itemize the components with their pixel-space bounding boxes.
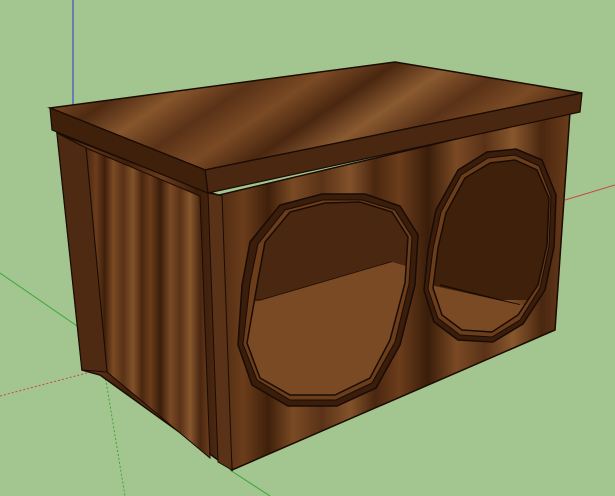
x-axis-line (564, 184, 615, 201)
scene-svg[interactable] (0, 0, 615, 496)
y-axis-line (0, 272, 81, 329)
x-axis-dotted (0, 369, 99, 397)
left-panel-inset (85, 147, 211, 460)
subwoofer-box[interactable] (47, 61, 583, 472)
3d-viewport[interactable] (0, 0, 615, 496)
ground-line (229, 469, 271, 496)
y-axis-dotted (104, 374, 126, 496)
